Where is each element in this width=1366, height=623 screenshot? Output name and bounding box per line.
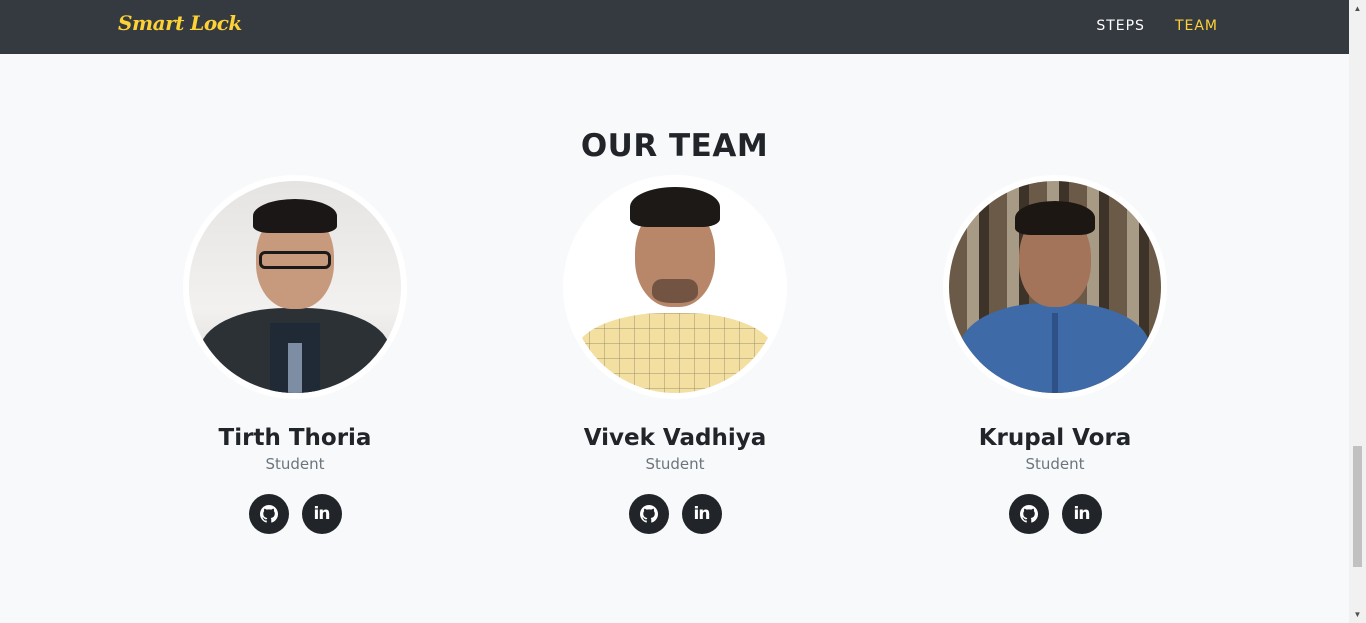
member-role: Student [1025,455,1085,473]
scroll-up-arrow-icon[interactable]: ▲ [1349,0,1366,17]
scroll-thumb[interactable] [1353,446,1362,567]
github-button[interactable] [248,494,289,534]
linkedin-icon: in [1073,504,1091,524]
github-button[interactable] [628,494,669,534]
github-icon [259,505,278,523]
social-links: in [555,494,795,534]
member-name: Tirth Thoria [218,425,372,451]
member-name: Vivek Vadhiya [583,425,767,451]
page: Smart Lock STEPS TEAM OUR TEAM Tirth Tho… [0,0,1366,623]
member-role: Student [645,455,705,473]
linkedin-icon: in [313,504,331,524]
linkedin-button[interactable]: in [301,494,342,534]
member-photo [563,175,787,399]
social-links: in [175,494,415,534]
nav-link-steps[interactable]: STEPS [1096,18,1145,34]
linkedin-button[interactable]: in [681,494,722,534]
nav-links: STEPS TEAM [1096,18,1218,34]
social-links: in [935,494,1175,534]
team-member-card: Krupal Vora Student in [935,175,1175,534]
member-name: Krupal Vora [978,425,1132,451]
scrollbar[interactable]: ▲ ▼ [1349,0,1366,623]
navbar: Smart Lock STEPS TEAM [0,0,1349,54]
scroll-down-arrow-icon[interactable]: ▼ [1349,606,1366,623]
nav-link-team[interactable]: TEAM [1175,18,1218,34]
github-icon [639,505,658,523]
linkedin-button[interactable]: in [1061,494,1102,534]
linkedin-icon: in [693,504,711,524]
member-photo [183,175,407,399]
section-title: OUR TEAM [580,128,769,164]
team-member-card: Tirth Thoria Student in [175,175,415,534]
brand-logo[interactable]: Smart Lock [118,11,242,35]
member-photo [943,175,1167,399]
team-member-card: Vivek Vadhiya Student in [555,175,795,534]
github-button[interactable] [1008,494,1049,534]
member-role: Student [265,455,325,473]
github-icon [1019,505,1038,523]
